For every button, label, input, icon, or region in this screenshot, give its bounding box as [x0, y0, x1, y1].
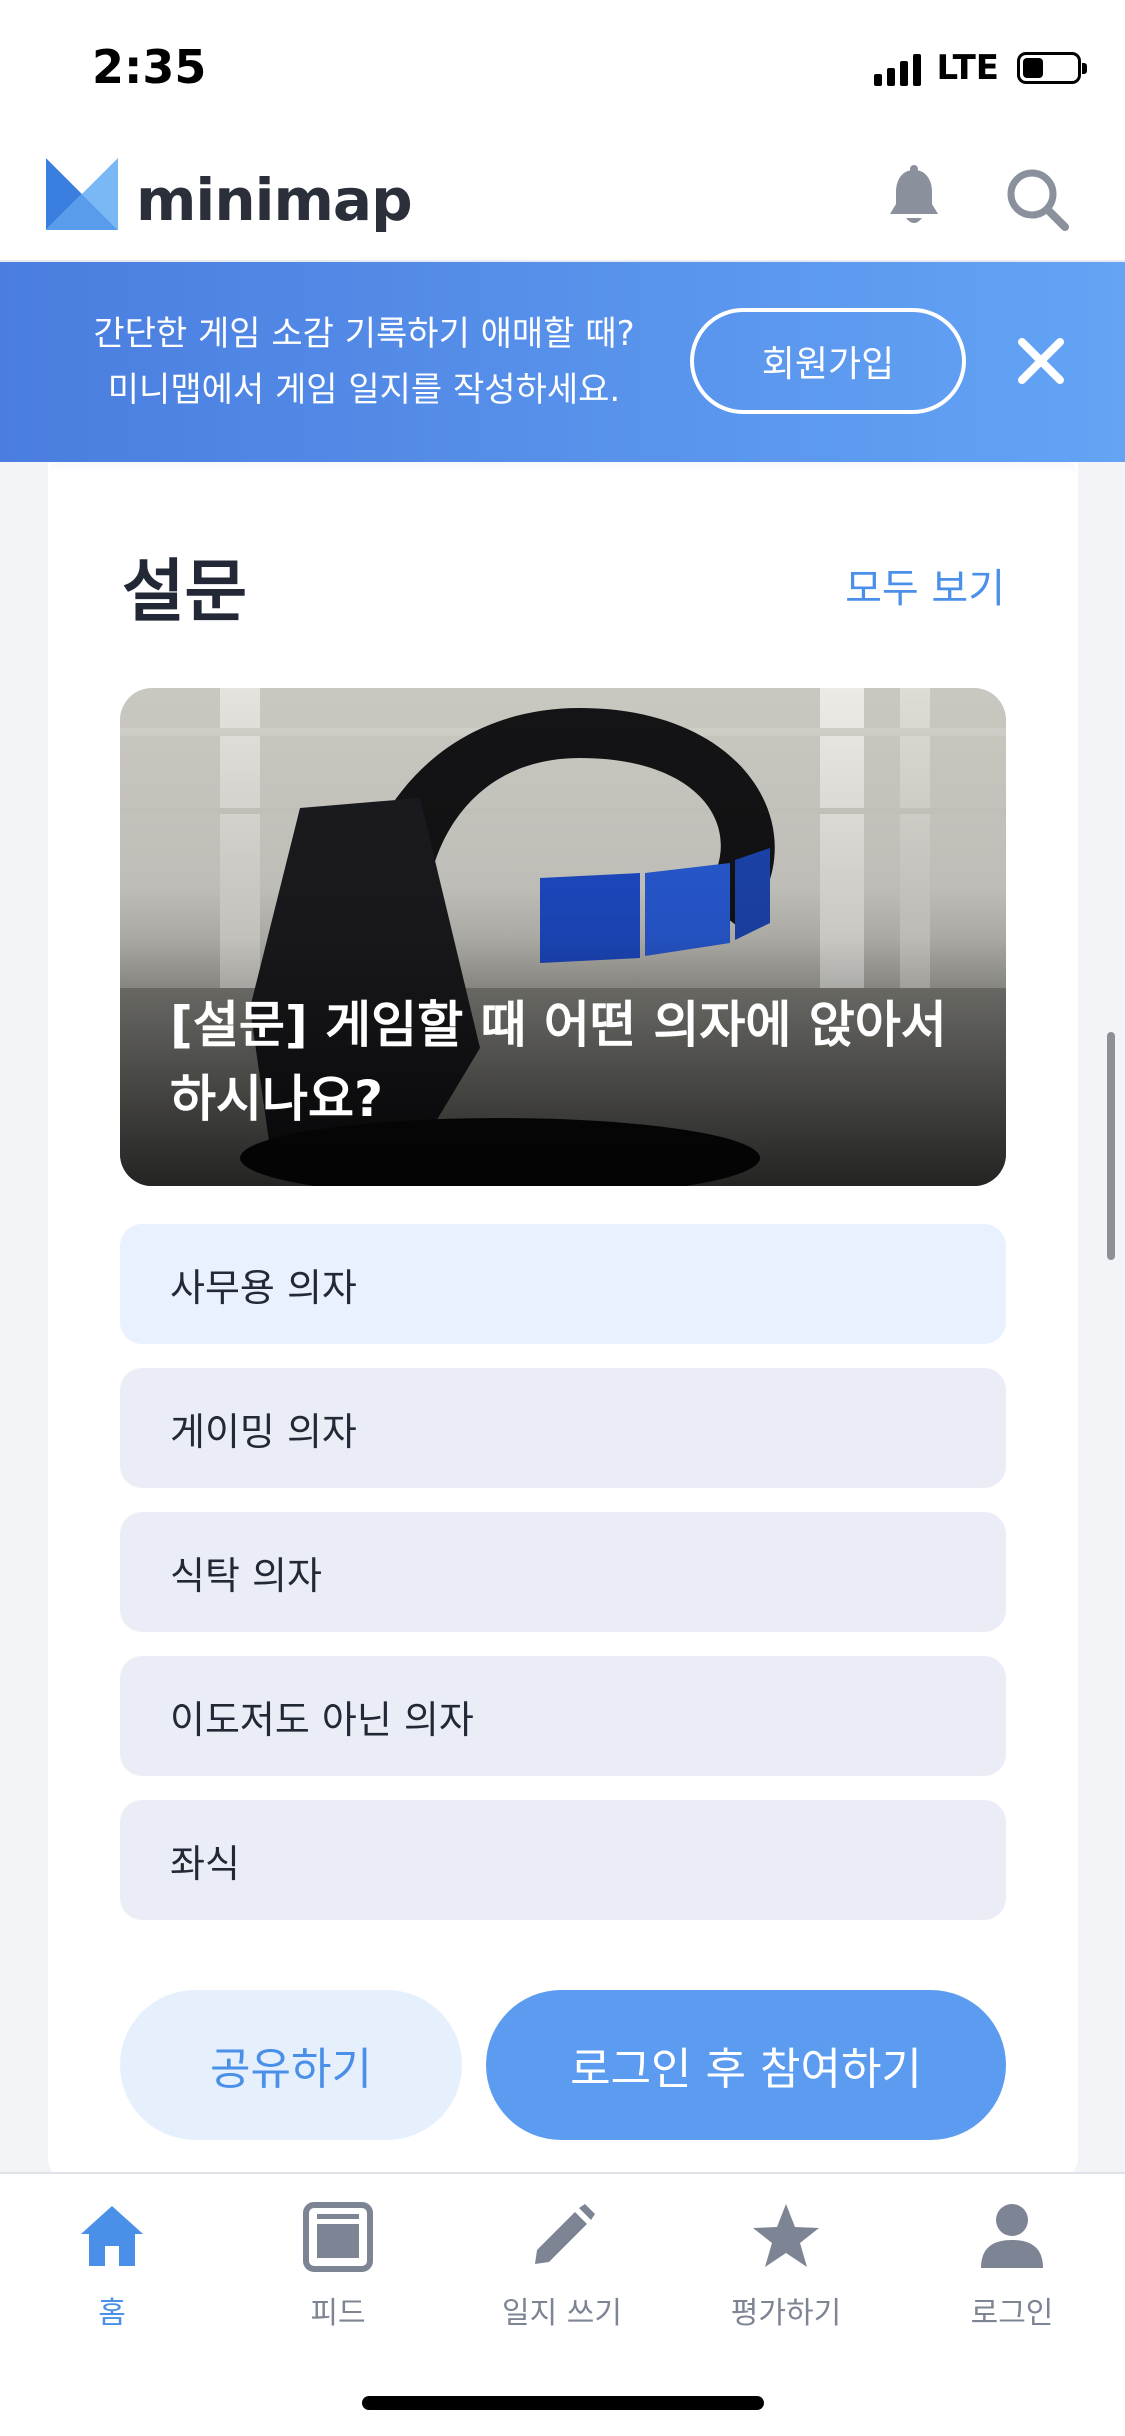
- app-header: minimap: [0, 140, 1125, 262]
- signup-banner: 간단한 게임 소감 기록하기 애매할 때? 미니맵에서 게임 일지를 작성하세요…: [0, 262, 1125, 462]
- search-icon[interactable]: [1004, 166, 1070, 232]
- survey-option[interactable]: 이도저도 아닌 의자: [120, 1656, 1006, 1776]
- status-indicators: LTE: [873, 48, 1087, 88]
- tab-feed[interactable]: 피드: [248, 2200, 428, 2350]
- section-title: 설문: [122, 553, 248, 632]
- survey-option[interactable]: 식탁 의자: [120, 1512, 1006, 1632]
- banner-text: 간단한 게임 소감 기록하기 애매할 때? 미니맵에서 게임 일지를 작성하세요…: [64, 306, 664, 418]
- home-icon: [81, 2206, 143, 2266]
- bell-icon[interactable]: [884, 164, 944, 232]
- signup-button[interactable]: 회원가입: [690, 308, 966, 414]
- signal-icon: [873, 50, 921, 86]
- status-time: 2:35: [92, 40, 207, 94]
- scrollbar[interactable]: [1107, 1032, 1115, 1260]
- tab-rate[interactable]: 평가하기: [696, 2200, 876, 2350]
- tab-label: 홈: [98, 2296, 126, 2331]
- survey-question: [설문] 게임할 때 어떤 의자에 앉아서 하시나요?: [170, 996, 947, 1128]
- login-to-join-button[interactable]: 로그인 후 참여하기: [486, 1990, 1006, 2140]
- tab-label: 일지 쓰기: [502, 2296, 622, 2331]
- survey-option[interactable]: 사무용 의자: [120, 1224, 1006, 1344]
- close-icon[interactable]: [1016, 336, 1066, 386]
- banner-line-2: 미니맵에서 게임 일지를 작성하세요.: [107, 370, 621, 410]
- status-bar: 2:35 LTE: [0, 0, 1125, 140]
- survey-image[interactable]: [설문] 게임할 때 어떤 의자에 앉아서 하시나요?: [120, 688, 1006, 1186]
- logo-text: minimap: [136, 166, 413, 234]
- tab-login[interactable]: 로그인: [922, 2200, 1102, 2350]
- network-label: LTE: [936, 48, 999, 88]
- tab-write-log[interactable]: 일지 쓰기: [472, 2200, 652, 2350]
- minimap-logo-icon: [46, 158, 118, 230]
- survey-option[interactable]: 좌식: [120, 1800, 1006, 1920]
- survey-option[interactable]: 게이밍 의자: [120, 1368, 1006, 1488]
- user-icon: [981, 2204, 1043, 2268]
- banner-line-1: 간단한 게임 소감 기록하기 애매할 때?: [93, 314, 635, 354]
- see-all-link[interactable]: 모두 보기: [845, 556, 1005, 614]
- tab-home[interactable]: 홈: [22, 2200, 202, 2350]
- card-top-edge: [48, 462, 1078, 474]
- pencil-icon: [535, 2204, 595, 2264]
- battery-icon: [1017, 52, 1087, 84]
- tab-label: 로그인: [970, 2296, 1054, 2331]
- tab-label: 피드: [310, 2296, 366, 2331]
- tab-label: 평가하기: [730, 2296, 842, 2331]
- feed-icon: [303, 2202, 373, 2272]
- star-icon: [753, 2204, 819, 2267]
- home-indicator[interactable]: [362, 2396, 764, 2410]
- share-button[interactable]: 공유하기: [120, 1990, 462, 2140]
